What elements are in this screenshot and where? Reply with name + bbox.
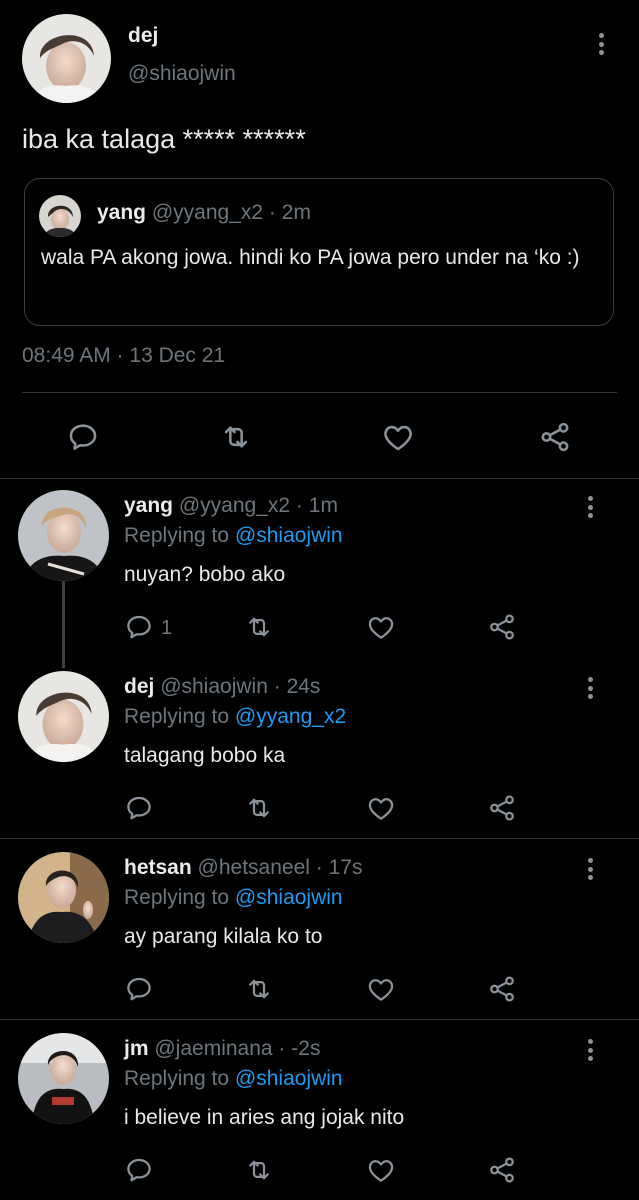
more-options-icon[interactable] bbox=[598, 33, 604, 55]
retweet-icon[interactable] bbox=[244, 1155, 274, 1185]
retweet-icon[interactable] bbox=[244, 612, 274, 642]
author-handle[interactable]: @jaeminana bbox=[154, 1037, 272, 1060]
quoted-tweet[interactable]: yang @yyang_x2 · 2m wala PA akong jowa. … bbox=[24, 178, 614, 326]
divider bbox=[0, 838, 639, 839]
quoted-author-name: yang bbox=[97, 201, 147, 224]
author-handle[interactable]: @shiaojwin bbox=[160, 675, 268, 698]
replying-to-link[interactable]: @shiaojwin bbox=[235, 886, 343, 909]
separator-dot: · bbox=[278, 1037, 286, 1060]
separator-dot: · bbox=[315, 856, 323, 879]
avatar[interactable] bbox=[22, 14, 111, 103]
reply-text: i believe in aries ang jojak nito bbox=[124, 1106, 405, 1129]
avatar[interactable] bbox=[18, 671, 109, 762]
reply-time: 1m bbox=[308, 494, 338, 517]
heart-icon[interactable] bbox=[366, 612, 396, 642]
tweet-timestamp: 08:49 AM · 13 Dec 21 bbox=[22, 344, 226, 367]
reply-count: 1 bbox=[161, 617, 173, 639]
reply-text: nuyan? bobo ako bbox=[124, 563, 286, 586]
author-handle[interactable]: @yyang_x2 bbox=[179, 494, 290, 517]
heart-icon[interactable] bbox=[366, 793, 396, 823]
author-handle[interactable]: @shiaojwin bbox=[128, 62, 236, 86]
replying-to-label: Replying to bbox=[124, 1067, 230, 1090]
more-options-icon[interactable] bbox=[587, 858, 593, 880]
quoted-author-handle: @yyang_x2 bbox=[151, 201, 264, 224]
replying-to-label: Replying to bbox=[124, 886, 230, 909]
retweet-icon[interactable] bbox=[244, 793, 274, 823]
reply-icon[interactable] bbox=[124, 612, 154, 642]
author-name[interactable]: dej bbox=[128, 24, 158, 48]
heart-icon[interactable] bbox=[366, 974, 396, 1004]
retweet-icon[interactable] bbox=[244, 974, 274, 1004]
replying-to-label: Replying to bbox=[124, 524, 230, 547]
more-options-icon[interactable] bbox=[587, 677, 593, 699]
replying-to-link[interactable]: @shiaojwin bbox=[235, 524, 343, 547]
reply-icon[interactable] bbox=[124, 793, 154, 823]
reply-time: 17s bbox=[328, 856, 363, 879]
replying-to-link[interactable]: @yyang_x2 bbox=[235, 705, 346, 728]
share-icon[interactable] bbox=[487, 974, 517, 1004]
separator-dot: · bbox=[273, 675, 281, 698]
reply-icon[interactable] bbox=[66, 420, 100, 454]
reply-text: talagang bobo ka bbox=[124, 744, 286, 767]
author-name[interactable]: dej bbox=[124, 675, 154, 698]
separator-dot: · bbox=[268, 201, 276, 224]
replying-to-label: Replying to bbox=[124, 705, 230, 728]
share-icon[interactable] bbox=[487, 793, 517, 823]
heart-icon[interactable] bbox=[366, 1155, 396, 1185]
avatar[interactable] bbox=[18, 490, 109, 581]
quoted-time: 2m bbox=[281, 201, 311, 224]
avatar bbox=[39, 195, 81, 237]
separator-dot: · bbox=[295, 494, 303, 517]
avatar[interactable] bbox=[18, 852, 109, 943]
author-handle[interactable]: @hetsaneel bbox=[198, 856, 310, 879]
replying-to-link[interactable]: @shiaojwin bbox=[235, 1067, 343, 1090]
reply-text: ay parang kilala ko to bbox=[124, 925, 323, 948]
thread-line bbox=[62, 581, 65, 668]
more-options-icon[interactable] bbox=[587, 1039, 593, 1061]
divider bbox=[22, 392, 617, 393]
retweet-icon[interactable] bbox=[219, 420, 253, 454]
author-name[interactable]: jm bbox=[124, 1037, 149, 1060]
share-icon[interactable] bbox=[487, 1155, 517, 1185]
reply-time: 24s bbox=[286, 675, 321, 698]
reply-icon[interactable] bbox=[124, 974, 154, 1004]
tweet-text: iba ka talaga ***** ****** bbox=[22, 124, 306, 154]
reply-time: -2s bbox=[291, 1037, 321, 1060]
divider bbox=[0, 478, 639, 479]
share-icon[interactable] bbox=[487, 612, 517, 642]
quoted-text: wala PA akong jowa. hindi ko PA jowa per… bbox=[41, 246, 580, 269]
share-icon[interactable] bbox=[538, 420, 572, 454]
avatar[interactable] bbox=[18, 1033, 109, 1124]
author-name[interactable]: yang bbox=[124, 494, 173, 517]
reply-icon[interactable] bbox=[124, 1155, 154, 1185]
author-name[interactable]: hetsan bbox=[124, 856, 192, 879]
divider bbox=[0, 1019, 639, 1020]
more-options-icon[interactable] bbox=[587, 496, 593, 518]
heart-icon[interactable] bbox=[381, 420, 415, 454]
